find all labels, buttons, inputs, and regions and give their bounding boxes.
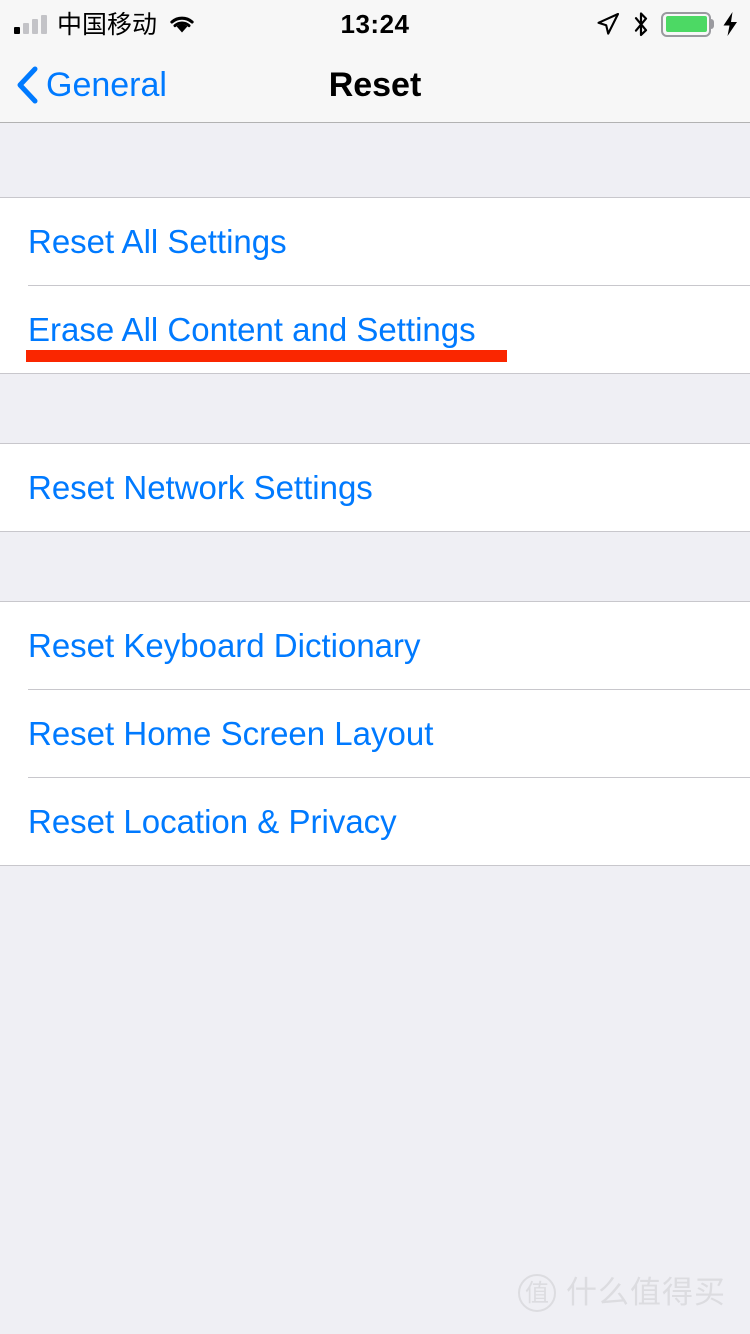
list-spacer-1 [0,373,750,444]
row-label: Reset Network Settings [28,469,373,506]
row-reset-network-settings[interactable]: Reset Network Settings [0,444,750,531]
row-reset-location-and-privacy[interactable]: Reset Location & Privacy [0,778,750,865]
list-spacer-2 [0,531,750,602]
settings-group-1: Reset All Settings Erase All Content and… [0,198,750,373]
battery-full-icon [661,11,714,37]
settings-list: Reset All Settings Erase All Content and… [0,123,750,1334]
annotation-underline [26,350,507,362]
back-button-label: General [46,66,167,104]
settings-group-3: Reset Keyboard Dictionary Reset Home Scr… [0,602,750,866]
row-label: Reset Location & Privacy [28,803,397,840]
row-label: Reset Home Screen Layout [28,715,434,752]
settings-group-2: Reset Network Settings [0,444,750,531]
clock-label: 13:24 [340,8,410,39]
watermark-logo-icon: 值 [518,1274,556,1312]
watermark-text: 什么值得买 [566,1274,726,1311]
status-bar: 中国移动 13:24 [0,0,750,48]
list-top-spacer [0,123,750,198]
chevron-left-icon [17,66,38,104]
row-label: Reset Keyboard Dictionary [28,627,421,664]
back-button[interactable]: General [0,66,167,104]
navigation-bar: General Reset [0,48,750,123]
row-label: Reset All Settings [28,223,287,260]
group-bottom-border [0,865,750,866]
row-reset-keyboard-dictionary[interactable]: Reset Keyboard Dictionary [0,602,750,689]
row-label: Erase All Content and Settings [28,311,476,348]
row-reset-home-screen-layout[interactable]: Reset Home Screen Layout [0,690,750,777]
watermark: 值 什么值得买 [518,1274,726,1312]
watermark-logo-glyph: 值 [525,1279,549,1307]
row-reset-all-settings[interactable]: Reset All Settings [0,198,750,285]
row-erase-all-content-and-settings[interactable]: Erase All Content and Settings [0,286,750,373]
